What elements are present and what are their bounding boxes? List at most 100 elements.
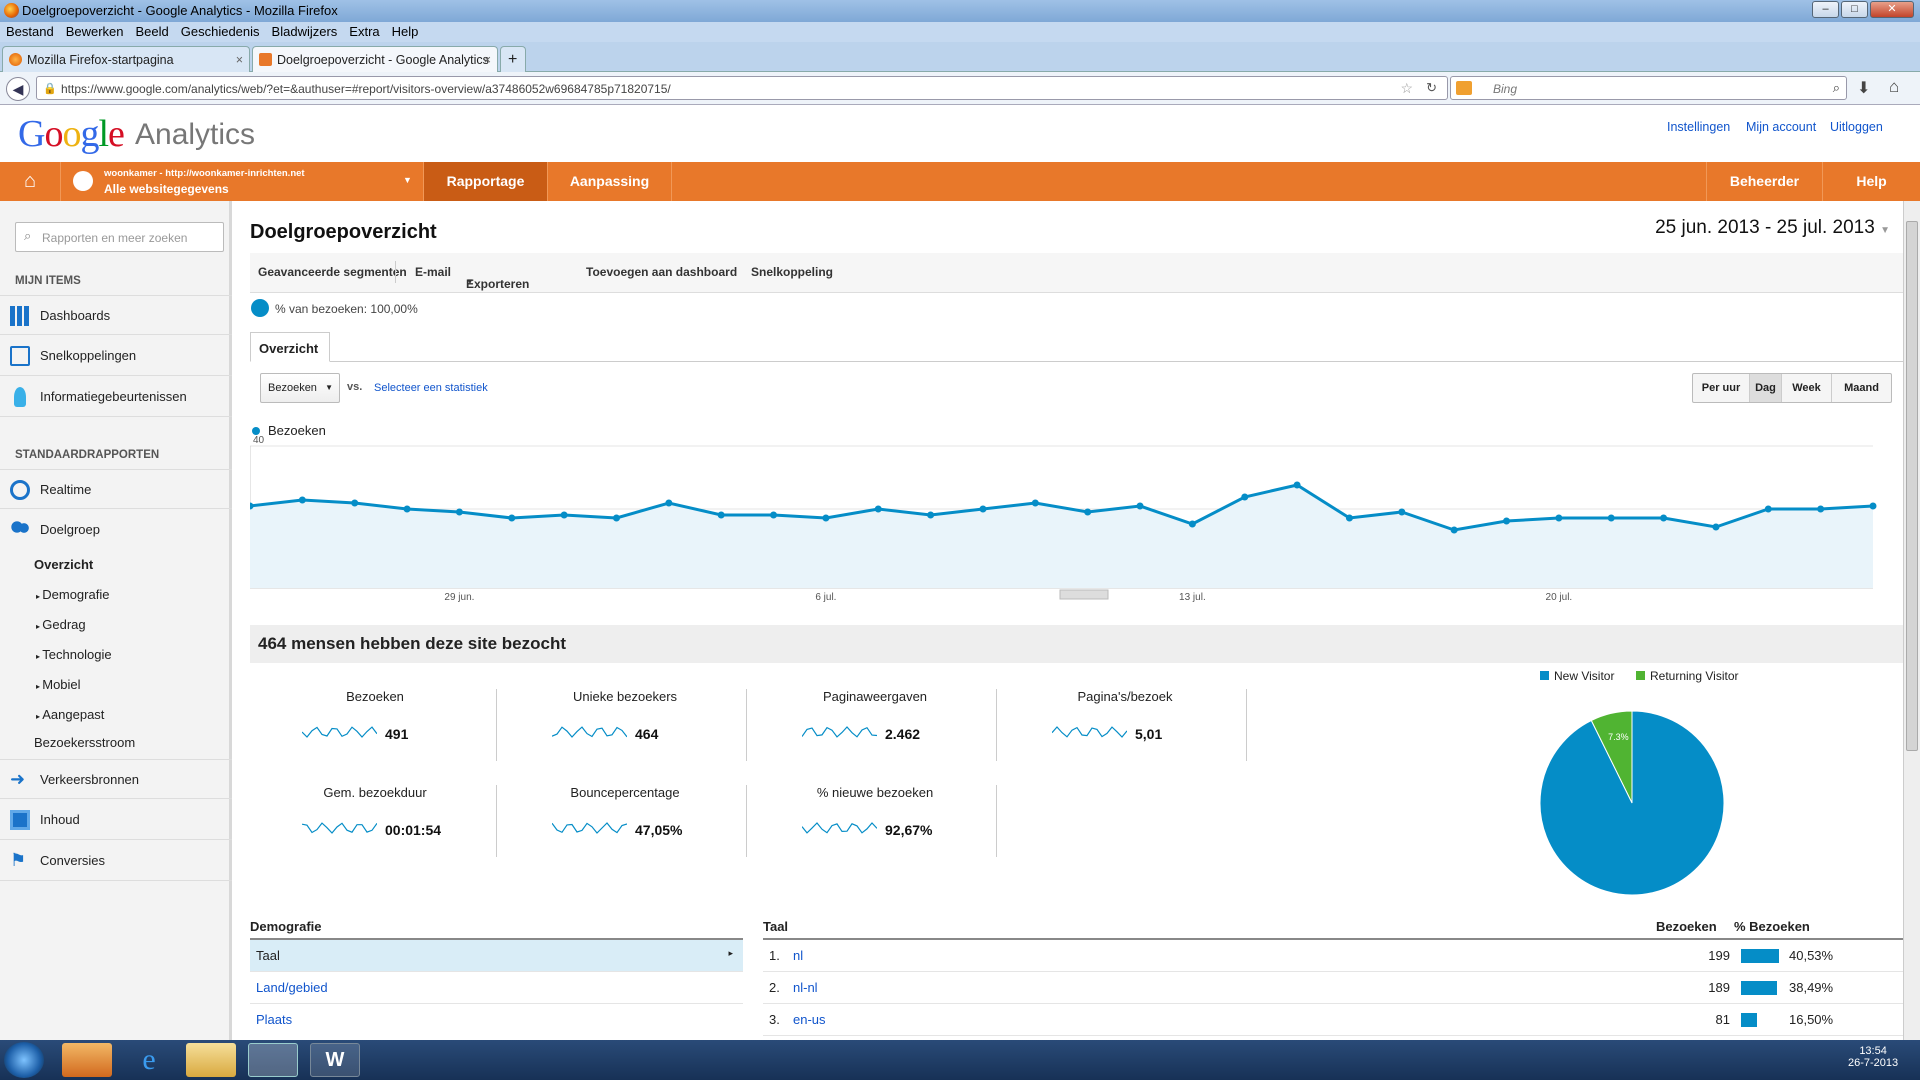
sidebar-sub-bezoekersstroom[interactable]: Bezoekersstroom xyxy=(0,735,232,750)
sidebar: ⌕ Rapporten en meer zoeken MIJN ITEMS Da… xyxy=(0,201,232,1040)
granularity-hour-button[interactable]: Per uur xyxy=(1693,374,1750,402)
my-account-link[interactable]: Mijn account xyxy=(1746,120,1816,134)
tab-analytics[interactable]: Doelgroepoverzicht - Google Analytics × xyxy=(252,46,498,72)
legend-label: New Visitor xyxy=(1554,669,1614,683)
menu-bladwijzers[interactable]: Bladwijzers xyxy=(266,22,344,41)
logout-link[interactable]: Uitloggen xyxy=(1830,120,1883,134)
granularity-day-button[interactable]: Dag xyxy=(1750,374,1782,402)
account-selector[interactable]: woonkamer - http://woonkamer-inrichten.n… xyxy=(60,162,422,201)
reload-icon[interactable]: ↻ xyxy=(1426,80,1437,96)
sidebar-item-realtime[interactable]: Realtime xyxy=(0,469,232,509)
start-button[interactable] xyxy=(4,1042,44,1078)
ga-header: Google Analytics Instellingen Mijn accou… xyxy=(0,106,1920,162)
shortcut-button[interactable]: Snelkoppeling xyxy=(751,265,833,279)
nav-rapportage[interactable]: Rapportage xyxy=(423,162,547,201)
menu-beeld[interactable]: Beeld xyxy=(130,22,175,41)
bing-icon xyxy=(1456,81,1472,95)
search-icon[interactable]: ⌕ xyxy=(1833,80,1840,96)
settings-link[interactable]: Instellingen xyxy=(1667,120,1730,134)
sidebar-sub-gedrag[interactable]: ▸ Gedrag xyxy=(0,617,232,632)
sidebar-item-inhoud[interactable]: Inhoud xyxy=(0,800,232,840)
demografie-row-plaats[interactable]: Plaats xyxy=(250,1004,743,1036)
nav-aanpassing[interactable]: Aanpassing xyxy=(547,162,672,201)
url-bar[interactable]: 🔒 https://www.google.com/analytics/web/?… xyxy=(36,76,1448,100)
internet-explorer-icon[interactable]: e xyxy=(124,1043,174,1077)
explorer-folder-icon[interactable] xyxy=(186,1043,236,1077)
metric-0[interactable]: Bezoeken 491 xyxy=(250,689,500,761)
row-rank: 3. xyxy=(769,1012,780,1027)
new-tab-button[interactable]: + xyxy=(500,46,526,72)
clock[interactable]: 13:54 26-7-2013 xyxy=(1848,1045,1898,1069)
metric-value: 92,67% xyxy=(885,822,933,838)
metric-6[interactable]: % nieuwe bezoeken 92,67% xyxy=(750,785,1000,857)
metric-3[interactable]: Pagina's/bezoek 5,01 xyxy=(1000,689,1250,761)
tab-overzicht[interactable]: Overzicht xyxy=(250,332,330,362)
menubar: Bestand Bewerken Beeld Geschiedenis Bladwijz… xyxy=(0,22,1920,42)
menu-geschiedenis[interactable]: Geschiedenis xyxy=(175,22,266,41)
word-icon[interactable]: W xyxy=(310,1043,360,1077)
demografie-row-taal[interactable]: Taal ▸ xyxy=(250,940,743,972)
row-language-link[interactable]: en-us xyxy=(793,1012,826,1027)
sidebar-sub-mobiel[interactable]: ▸ Mobiel xyxy=(0,677,232,692)
data-point-26 jun. xyxy=(298,496,306,504)
email-button[interactable]: E-mail xyxy=(415,265,451,279)
row-language-link[interactable]: nl-nl xyxy=(793,980,818,995)
sidebar-sub-technologie[interactable]: ▸ Technologie xyxy=(0,647,232,662)
page-scrollbar[interactable] xyxy=(1903,201,1920,1040)
metric-4[interactable]: Gem. bezoekduur 00:01:54 xyxy=(250,785,500,857)
sidebar-item-dashboards[interactable]: Dashboards xyxy=(0,295,232,335)
data-point-21 jul. xyxy=(1607,514,1615,522)
sidebar-sub-demografie[interactable]: ▸ Demografie xyxy=(0,587,232,602)
sidebar-item-shortcuts[interactable]: Snelkoppelingen xyxy=(0,336,232,376)
media-player-icon[interactable] xyxy=(62,1043,112,1077)
download-icon[interactable]: ⬇ xyxy=(1857,78,1870,98)
sparkline xyxy=(552,726,627,738)
menu-help[interactable]: Help xyxy=(386,22,425,41)
home-icon[interactable]: ⌂ xyxy=(1889,77,1899,97)
metric-5[interactable]: Bouncepercentage 47,05% xyxy=(500,785,750,857)
tab-firefox-start[interactable]: Mozilla Firefox-startpagina × xyxy=(2,46,250,72)
home-icon[interactable]: ⌂ xyxy=(0,162,60,201)
dashboard-icon xyxy=(10,306,30,326)
nav-help[interactable]: Help xyxy=(1822,162,1920,201)
bookmark-star-icon[interactable]: ☆ xyxy=(1400,80,1413,97)
col-pct-bezoeken[interactable]: % Bezoeken xyxy=(1734,919,1810,934)
search-placeholder: Rapporten en meer zoeken xyxy=(42,231,188,245)
menu-bestand[interactable]: Bestand xyxy=(0,22,60,41)
demografie-row-land[interactable]: Land/gebied xyxy=(250,972,743,1004)
granularity-week-button[interactable]: Week xyxy=(1782,374,1832,402)
menu-extra[interactable]: Extra xyxy=(343,22,385,41)
nav-beheerder[interactable]: Beheerder xyxy=(1706,162,1822,201)
metric-select[interactable]: Bezoeken ▼ xyxy=(260,373,340,403)
data-point-30 jun. xyxy=(508,514,516,522)
scrollbar-thumb[interactable] xyxy=(1906,221,1918,751)
close-tab-icon[interactable]: × xyxy=(484,53,491,67)
date-range-picker[interactable]: 25 jun. 2013 - 25 jul. 2013 ▼ xyxy=(1655,217,1890,239)
sidebar-item-conversies[interactable]: ⚑ Conversies xyxy=(0,841,232,881)
back-button[interactable]: ◀ xyxy=(6,77,30,101)
minimize-button[interactable]: – xyxy=(1812,1,1839,18)
add-to-dashboard-button[interactable]: Toevoegen aan dashboard xyxy=(586,265,737,279)
ga-main-nav: ⌂ woonkamer - http://woonkamer-inrichten… xyxy=(0,162,1920,201)
sidebar-sub-overzicht[interactable]: Overzicht xyxy=(0,557,232,572)
metric-2[interactable]: Paginaweergaven 2.462 xyxy=(750,689,1000,761)
col-bezoeken[interactable]: Bezoeken xyxy=(1656,919,1717,934)
metric-1[interactable]: Unieke bezoekers 464 xyxy=(500,689,750,761)
granularity-month-button[interactable]: Maand xyxy=(1832,374,1891,402)
report-search-input[interactable]: ⌕ Rapporten en meer zoeken xyxy=(15,222,224,252)
maximize-button[interactable]: □ xyxy=(1841,1,1868,18)
select-stat-link[interactable]: Selecteer een statistiek xyxy=(374,382,488,394)
sidebar-item-doelgroep[interactable]: Doelgroep xyxy=(0,510,232,550)
row-language-link[interactable]: nl xyxy=(793,948,803,963)
firefox-taskbar-icon[interactable] xyxy=(248,1043,298,1077)
sidebar-item-intelligence[interactable]: Informatiegebeurtenissen xyxy=(0,377,232,417)
metric-label: Gem. bezoekduur xyxy=(323,785,427,800)
search-bar[interactable]: Bing ⌕ xyxy=(1450,76,1847,100)
data-point-17 jul. xyxy=(1398,508,1406,516)
close-tab-icon[interactable]: × xyxy=(236,53,243,67)
advanced-segments-button[interactable]: Geavanceerde segmenten xyxy=(258,265,407,279)
menu-bewerken[interactable]: Bewerken xyxy=(60,22,130,41)
sidebar-item-verkeersbronnen[interactable]: ➜ Verkeersbronnen xyxy=(0,759,232,799)
close-window-button[interactable]: ✕ xyxy=(1870,1,1914,18)
sidebar-sub-aangepast[interactable]: ▸ Aangepast xyxy=(0,707,232,722)
